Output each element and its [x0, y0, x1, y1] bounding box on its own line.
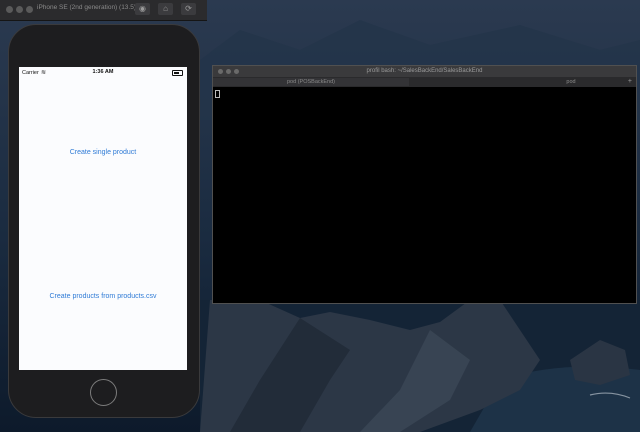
terminal-title: profil bash: ~/SalesBackEnd/SalesBackEnd [366, 68, 483, 74]
zoom-window-button[interactable] [26, 6, 33, 13]
terminal-tab-1[interactable]: pod (POSBackEnd) [213, 78, 409, 86]
create-products-from-csv-button[interactable]: Create products from products.csv [19, 293, 187, 300]
close-window-button[interactable] [6, 6, 13, 13]
status-time: 1:36 AM [92, 69, 114, 75]
terminal-titlebar: profil bash: ~/SalesBackEnd/SalesBackEnd [213, 66, 636, 77]
home-icon[interactable]: ⌂ [158, 3, 173, 15]
terminal-cursor [215, 90, 220, 98]
phone-screen: Carrier ≋ 1:36 AM Create single product … [19, 67, 187, 370]
screenshot-icon[interactable]: ◉ [135, 3, 150, 15]
simulator-title: iPhone SE (2nd generation) (13.5) [37, 4, 137, 11]
status-bar: Carrier ≋ 1:36 AM [19, 67, 187, 79]
terminal-zoom-button[interactable] [234, 69, 239, 74]
terminal-tab-2[interactable] [409, 78, 517, 86]
terminal-tab-3[interactable]: pod [517, 78, 625, 86]
simulator-titlebar: iPhone SE (2nd generation) (13.5) ◉ ⌂ ⟳ [0, 0, 207, 21]
create-single-product-button[interactable]: Create single product [19, 149, 187, 156]
minimize-window-button[interactable] [16, 6, 23, 13]
terminal-window: profil bash: ~/SalesBackEnd/SalesBackEnd… [212, 65, 637, 304]
battery-icon [172, 70, 183, 76]
rotate-icon[interactable]: ⟳ [181, 3, 196, 15]
terminal-output[interactable] [213, 87, 636, 303]
terminal-minimize-button[interactable] [226, 69, 231, 74]
add-tab-button[interactable]: + [628, 78, 632, 85]
home-button[interactable] [90, 379, 117, 406]
terminal-close-button[interactable] [218, 69, 223, 74]
